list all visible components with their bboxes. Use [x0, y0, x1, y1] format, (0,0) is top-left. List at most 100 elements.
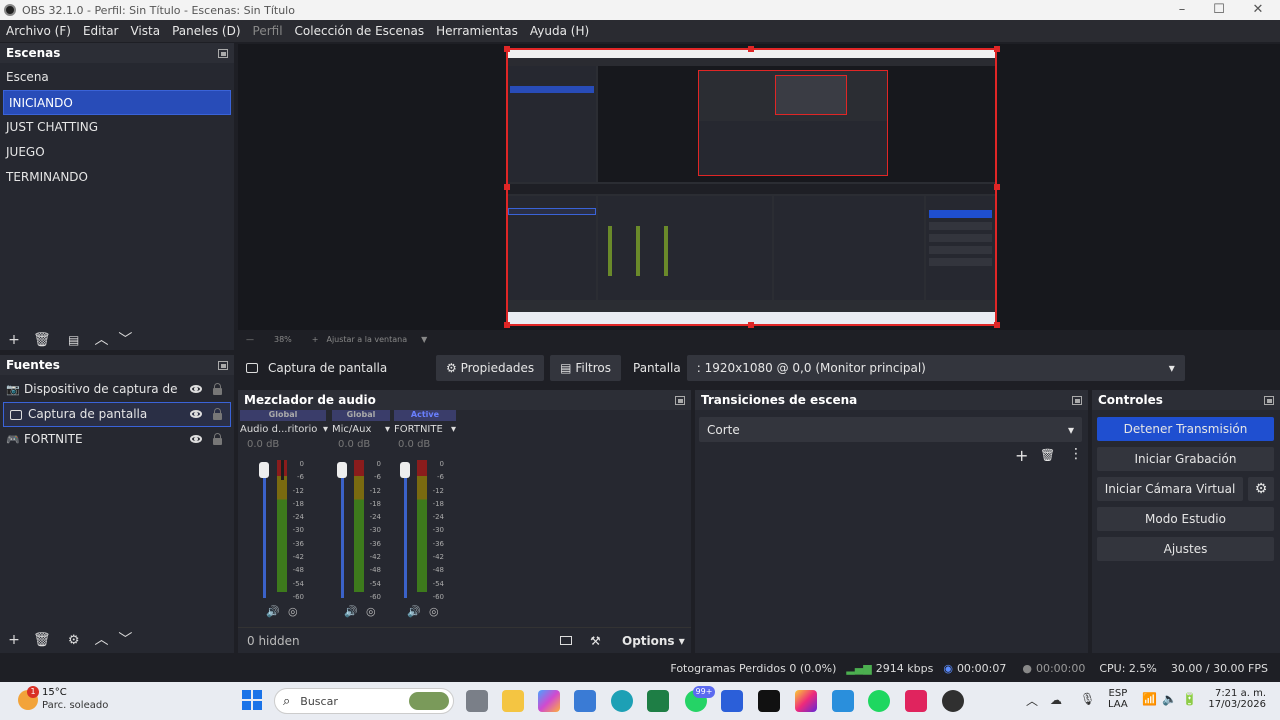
- preview-canvas[interactable]: [506, 48, 997, 326]
- volume-slider-handle[interactable]: [337, 462, 347, 478]
- word-icon[interactable]: [721, 690, 743, 712]
- minimize-button[interactable]: –: [1162, 0, 1202, 20]
- trash-icon[interactable]: 🗑: [32, 632, 52, 648]
- arrow-down-icon[interactable]: ﹀: [115, 629, 135, 649]
- language-indicator[interactable]: ESP LAA: [1108, 688, 1128, 710]
- resize-handle[interactable]: [748, 322, 754, 328]
- volume-slider-handle[interactable]: [259, 462, 269, 478]
- trash-icon[interactable]: 🗑: [32, 332, 52, 348]
- maximize-button[interactable]: ☐: [1199, 0, 1239, 20]
- tiktok-studio-icon[interactable]: [905, 690, 927, 712]
- zoom-out-icon[interactable]: —: [246, 335, 254, 344]
- menu-perfil[interactable]: Perfil: [253, 24, 283, 38]
- volume-slider[interactable]: [404, 462, 407, 598]
- settings-button[interactable]: Ajustes: [1097, 537, 1274, 561]
- lock-icon[interactable]: [213, 408, 222, 420]
- lock-icon[interactable]: [213, 433, 222, 445]
- menu-coleccion-escenas[interactable]: Colección de Escenas: [295, 24, 425, 38]
- wifi-icon[interactable]: 📶: [1142, 692, 1157, 706]
- scene-item[interactable]: JUEGO: [0, 140, 234, 165]
- scene-item[interactable]: Escena: [0, 65, 234, 90]
- volume-slider[interactable]: [263, 462, 266, 598]
- undock-icon[interactable]: [218, 48, 228, 58]
- menu-vista[interactable]: Vista: [130, 24, 160, 38]
- edge-icon[interactable]: [611, 690, 633, 712]
- arrow-up-icon[interactable]: ︿: [91, 629, 111, 649]
- file-explorer-icon[interactable]: [502, 690, 524, 712]
- arrow-down-icon[interactable]: ﹀: [115, 329, 135, 349]
- filter-icon[interactable]: ▤: [64, 333, 84, 347]
- volume-slider[interactable]: [341, 462, 344, 598]
- scene-item-selected[interactable]: INICIANDO: [3, 90, 231, 115]
- menu-editar[interactable]: Editar: [83, 24, 119, 38]
- virtual-camera-settings-gear-icon[interactable]: ⚙: [1248, 477, 1274, 501]
- microphone-icon[interactable]: 🎙: [1080, 692, 1095, 706]
- gear-icon[interactable]: ⚙: [64, 633, 84, 648]
- obs-taskbar-icon[interactable]: [942, 690, 964, 712]
- add-icon[interactable]: +: [4, 332, 24, 348]
- scene-item[interactable]: TERMINANDO: [0, 165, 234, 190]
- instagram-icon[interactable]: [795, 690, 817, 712]
- layout-icon[interactable]: [560, 636, 572, 645]
- arrow-up-icon[interactable]: ︿: [91, 329, 111, 349]
- resize-handle[interactable]: [994, 46, 1000, 52]
- menu-herramientas[interactable]: Herramientas: [436, 24, 518, 38]
- windows-start-icon[interactable]: [242, 690, 262, 710]
- clock[interactable]: 7:21 a. m. 17/03/2026: [1206, 688, 1266, 710]
- undock-icon[interactable]: [218, 360, 228, 370]
- eye-icon[interactable]: [190, 385, 202, 393]
- resize-handle[interactable]: [504, 184, 510, 190]
- trash-icon[interactable]: 🗑: [1040, 448, 1055, 462]
- taskbar-search[interactable]: ⌕ Buscar: [274, 688, 454, 714]
- speaker-icon[interactable]: 🔊: [344, 605, 358, 618]
- filters-button[interactable]: ▤ Filtros: [550, 355, 621, 381]
- add-icon[interactable]: +: [1015, 446, 1028, 465]
- headphones-icon[interactable]: ◎: [366, 605, 376, 618]
- virtual-camera-button[interactable]: Iniciar Cámara Virtual: [1097, 477, 1243, 501]
- spotify-icon[interactable]: [868, 690, 890, 712]
- resize-handle[interactable]: [994, 322, 1000, 328]
- eye-icon[interactable]: [190, 410, 202, 418]
- fit-label[interactable]: Ajustar a la ventana: [326, 335, 407, 344]
- undock-icon[interactable]: [1072, 395, 1082, 405]
- more-vertical-icon[interactable]: ⋮: [1069, 446, 1083, 462]
- resize-handle[interactable]: [748, 46, 754, 52]
- add-icon[interactable]: +: [4, 632, 24, 648]
- transition-select[interactable]: Corte ▾: [699, 417, 1082, 442]
- store-icon[interactable]: [574, 690, 596, 712]
- resize-handle[interactable]: [504, 46, 510, 52]
- undock-icon[interactable]: [1264, 395, 1274, 405]
- lock-icon[interactable]: [213, 383, 222, 395]
- speaker-icon[interactable]: 🔊: [266, 605, 280, 618]
- zoom-in-icon[interactable]: +: [312, 335, 319, 344]
- tools-icon[interactable]: ⚒: [590, 634, 601, 648]
- excel-icon[interactable]: [647, 690, 669, 712]
- battery-icon[interactable]: 🔋: [1182, 692, 1197, 706]
- resize-handle[interactable]: [504, 322, 510, 328]
- task-view-icon[interactable]: [466, 690, 488, 712]
- options-button[interactable]: Options ▾: [622, 634, 685, 648]
- channel-name[interactable]: Audio d...ritorio ▾: [240, 424, 328, 435]
- headphones-icon[interactable]: ◎: [288, 605, 298, 618]
- volume-slider-handle[interactable]: [400, 462, 410, 478]
- app-icon[interactable]: [832, 690, 854, 712]
- close-button[interactable]: ✕: [1238, 0, 1278, 20]
- chevron-down-icon[interactable]: ▼: [421, 335, 427, 344]
- scene-item[interactable]: JUST CHATTING: [0, 115, 234, 140]
- undock-icon[interactable]: [675, 395, 685, 405]
- channel-name[interactable]: FORTNITE ▾: [394, 424, 456, 435]
- menu-archivo[interactable]: Archivo (F): [6, 24, 71, 38]
- properties-button[interactable]: ⚙ Propiedades: [436, 355, 545, 381]
- volume-icon[interactable]: 🔈: [1162, 692, 1177, 706]
- display-select[interactable]: : 1920x1080 @ 0,0 (Monitor principal) ▾: [686, 355, 1185, 381]
- tiktok-icon[interactable]: [758, 690, 780, 712]
- resize-handle[interactable]: [994, 184, 1000, 190]
- cloud-icon[interactable]: ☁: [1050, 693, 1062, 707]
- stop-stream-button[interactable]: Detener Transmisión: [1097, 417, 1274, 441]
- eye-icon[interactable]: [190, 435, 202, 443]
- channel-name[interactable]: Mic/Aux ▾: [332, 424, 390, 435]
- start-recording-button[interactable]: Iniciar Grabación: [1097, 447, 1274, 471]
- menu-paneles[interactable]: Paneles (D): [172, 24, 240, 38]
- chevron-up-icon[interactable]: ︿: [1026, 692, 1038, 709]
- copilot-icon[interactable]: [538, 690, 560, 712]
